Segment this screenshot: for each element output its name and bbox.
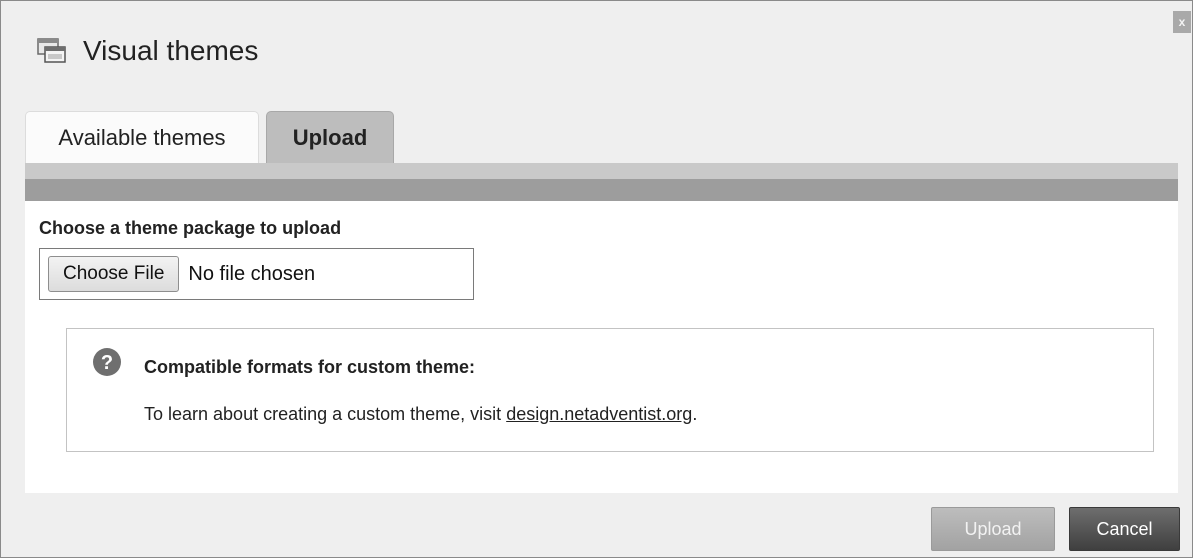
help-icon: ? — [93, 348, 121, 376]
info-text-prefix: To learn about creating a custom theme, … — [144, 404, 507, 424]
tab-upload[interactable]: Upload — [266, 111, 394, 163]
upload-panel: Choose a theme package to upload Choose … — [25, 201, 1178, 493]
tab-strip — [25, 163, 1178, 201]
upload-label: Choose a theme package to upload — [39, 218, 342, 238]
file-status-text: No file chosen — [188, 262, 316, 285]
visual-themes-dialog: x Visual themes Available themes Upload … — [0, 0, 1193, 558]
windows-icon — [37, 38, 66, 63]
upload-button[interactable]: Upload — [931, 507, 1055, 551]
svg-text:?: ? — [101, 352, 113, 374]
file-input[interactable]: Choose File No file chosen — [39, 248, 474, 300]
cancel-button[interactable]: Cancel — [1069, 507, 1180, 551]
info-text-suffix: . — [692, 404, 698, 424]
tab-available-themes[interactable]: Available themes — [25, 111, 259, 163]
dialog-header: Visual themes — [37, 35, 258, 67]
info-box: ? Compatible formats for custom theme: T… — [66, 328, 1154, 452]
info-heading: Compatible formats for custom theme: — [144, 357, 476, 377]
design-site-link[interactable]: design.netadventist.org — [506, 404, 692, 424]
choose-file-button[interactable]: Choose File — [48, 256, 180, 292]
dialog-title: Visual themes — [83, 35, 259, 66]
info-text: To learn about creating a custom theme, … — [144, 404, 697, 425]
close-button[interactable]: x — [1173, 11, 1191, 33]
